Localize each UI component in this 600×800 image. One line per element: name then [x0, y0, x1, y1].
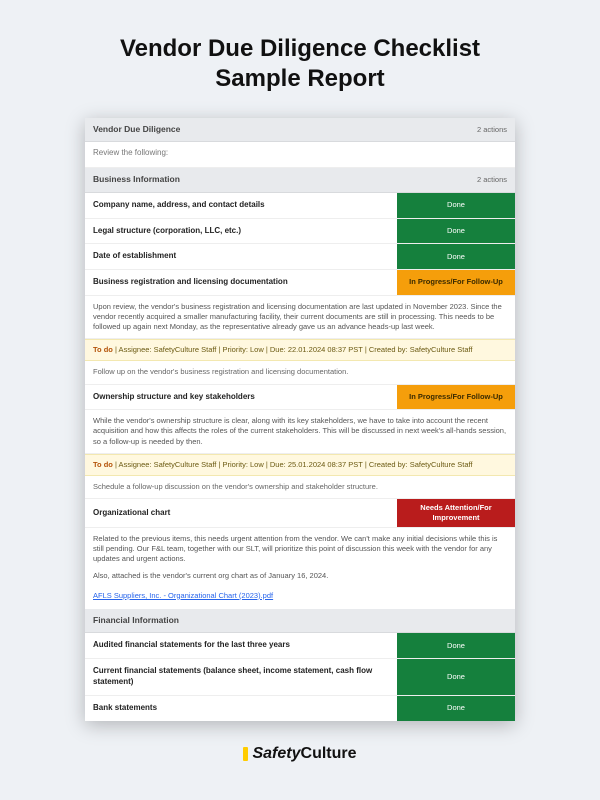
attachment-link[interactable]: AFLS Suppliers, Inc. - Organizational Ch… [93, 591, 273, 600]
section-business-header: Business Information 2 actions [85, 168, 515, 192]
item-row: Legal structure (corporation, LLC, etc.)… [85, 219, 515, 245]
item-label: Bank statements [85, 696, 397, 721]
item-row: Company name, address, and contact detai… [85, 193, 515, 219]
item-row-ownership: Ownership structure and key stakeholders… [85, 385, 515, 411]
section-financial-title: Financial Information [93, 615, 179, 626]
item-label: Date of establishment [85, 244, 397, 269]
todo-meta: | Assignee: SafetyCulture Staff | Priori… [113, 345, 473, 354]
attachment-row: AFLS Suppliers, Inc. - Organizational Ch… [85, 587, 515, 609]
todo-block: To do | Assignee: SafetyCulture Staff | … [85, 339, 515, 361]
report-instruction: Review the following: [85, 142, 515, 168]
todo-followup: Schedule a follow-up discussion on the v… [85, 476, 515, 499]
report-header: Vendor Due Diligence 2 actions [85, 118, 515, 142]
item-note: Upon review, the vendor's business regis… [85, 296, 515, 339]
brand-logo: SafetyCulture [243, 745, 356, 763]
page-title-line2: Sample Report [215, 65, 384, 92]
item-note: While the vendor's ownership structure i… [85, 410, 515, 453]
item-row: Bank statements Done [85, 696, 515, 721]
item-label: Audited financial statements for the las… [85, 633, 397, 658]
item-label: Current financial statements (balance sh… [85, 659, 397, 695]
page-title: Vendor Due Diligence Checklist Sample Re… [120, 34, 480, 94]
item-label: Organizational chart [85, 499, 397, 527]
status-badge: Needs Attention/For Improvement [397, 499, 515, 527]
item-row: Current financial statements (balance sh… [85, 659, 515, 696]
section-business-actions: 2 actions [477, 175, 507, 185]
report-header-title: Vendor Due Diligence [93, 124, 180, 135]
status-badge: Done [397, 219, 515, 244]
status-badge: Done [397, 659, 515, 695]
status-badge: In Progress/For Follow-Up [397, 270, 515, 295]
todo-block: To do | Assignee: SafetyCulture Staff | … [85, 454, 515, 476]
brand-suffix: Culture [301, 745, 357, 762]
status-badge: Done [397, 696, 515, 721]
status-badge: Done [397, 244, 515, 269]
section-financial-header: Financial Information [85, 609, 515, 633]
todo-meta: | Assignee: SafetyCulture Staff | Priori… [113, 460, 473, 469]
item-label: Legal structure (corporation, LLC, etc.) [85, 219, 397, 244]
section-business-title: Business Information [93, 174, 180, 185]
item-label: Company name, address, and contact detai… [85, 193, 397, 218]
todo-tag: To do [93, 460, 113, 469]
item-label: Ownership structure and key stakeholders [85, 385, 397, 410]
todo-tag: To do [93, 345, 113, 354]
item-row-registration: Business registration and licensing docu… [85, 270, 515, 296]
report-header-actions: 2 actions [477, 125, 507, 135]
todo-followup: Follow up on the vendor's business regis… [85, 361, 515, 384]
brand-prefix: Safety [252, 745, 300, 762]
item-label: Business registration and licensing docu… [85, 270, 397, 295]
status-badge: In Progress/For Follow-Up [397, 385, 515, 410]
item-note: Related to the previous items, this need… [85, 528, 515, 570]
report-card: Vendor Due Diligence 2 actions Review th… [85, 118, 515, 721]
page-title-line1: Vendor Due Diligence Checklist [120, 35, 480, 62]
status-badge: Done [397, 633, 515, 658]
brand-accent-icon [243, 747, 248, 761]
item-row: Date of establishment Done [85, 244, 515, 270]
status-badge: Done [397, 193, 515, 218]
item-row: Audited financial statements for the las… [85, 633, 515, 659]
item-note-2: Also, attached is the vendor's current o… [85, 571, 515, 587]
item-row-orgchart: Organizational chart Needs Attention/For… [85, 499, 515, 528]
